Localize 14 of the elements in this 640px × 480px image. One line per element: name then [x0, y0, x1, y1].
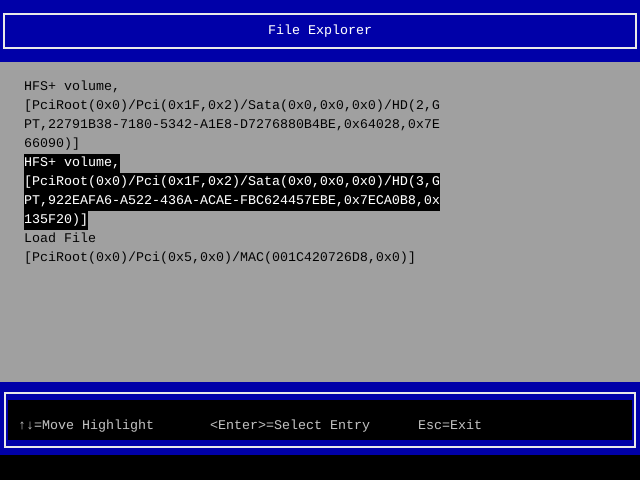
entry-path[interactable]: PT,22791B38-7180-5342-A1E8-D7276880B4BE,0x64028,0x7E: [24, 116, 440, 135]
entry-path[interactable]: [PciRoot(0x0)/Pci(0x1F,0x2)/Sata(0x0,0x0,0x0)/HD(3,G: [24, 173, 440, 192]
help-text: <Enter>=Select Entry: [210, 418, 371, 436]
entry-name[interactable]: Load File: [24, 230, 96, 249]
entry-path[interactable]: 135F20)]: [24, 211, 88, 230]
help-text: Esc=Exit: [418, 418, 483, 436]
entry-path[interactable]: PT,922EAFA6-A522-436A-ACAE-FBC624457EBE,0x7ECA0B8,0x: [24, 192, 440, 211]
help-text: ↑↓=Move Highlight: [18, 418, 155, 436]
entry-path[interactable]: 66090)]: [24, 135, 80, 154]
window-title: File Explorer: [268, 22, 372, 40]
entry-name[interactable]: HFS+ volume,: [24, 154, 120, 173]
entry-path[interactable]: [PciRoot(0x0)/Pci(0x1F,0x2)/Sata(0x0,0x0,0x0)/HD(2,G: [24, 97, 440, 116]
entry-name[interactable]: HFS+ volume,: [24, 78, 120, 97]
entry-path[interactable]: [PciRoot(0x0)/Pci(0x5,0x0)/MAC(001C420726D8,0x0)]: [24, 249, 416, 268]
